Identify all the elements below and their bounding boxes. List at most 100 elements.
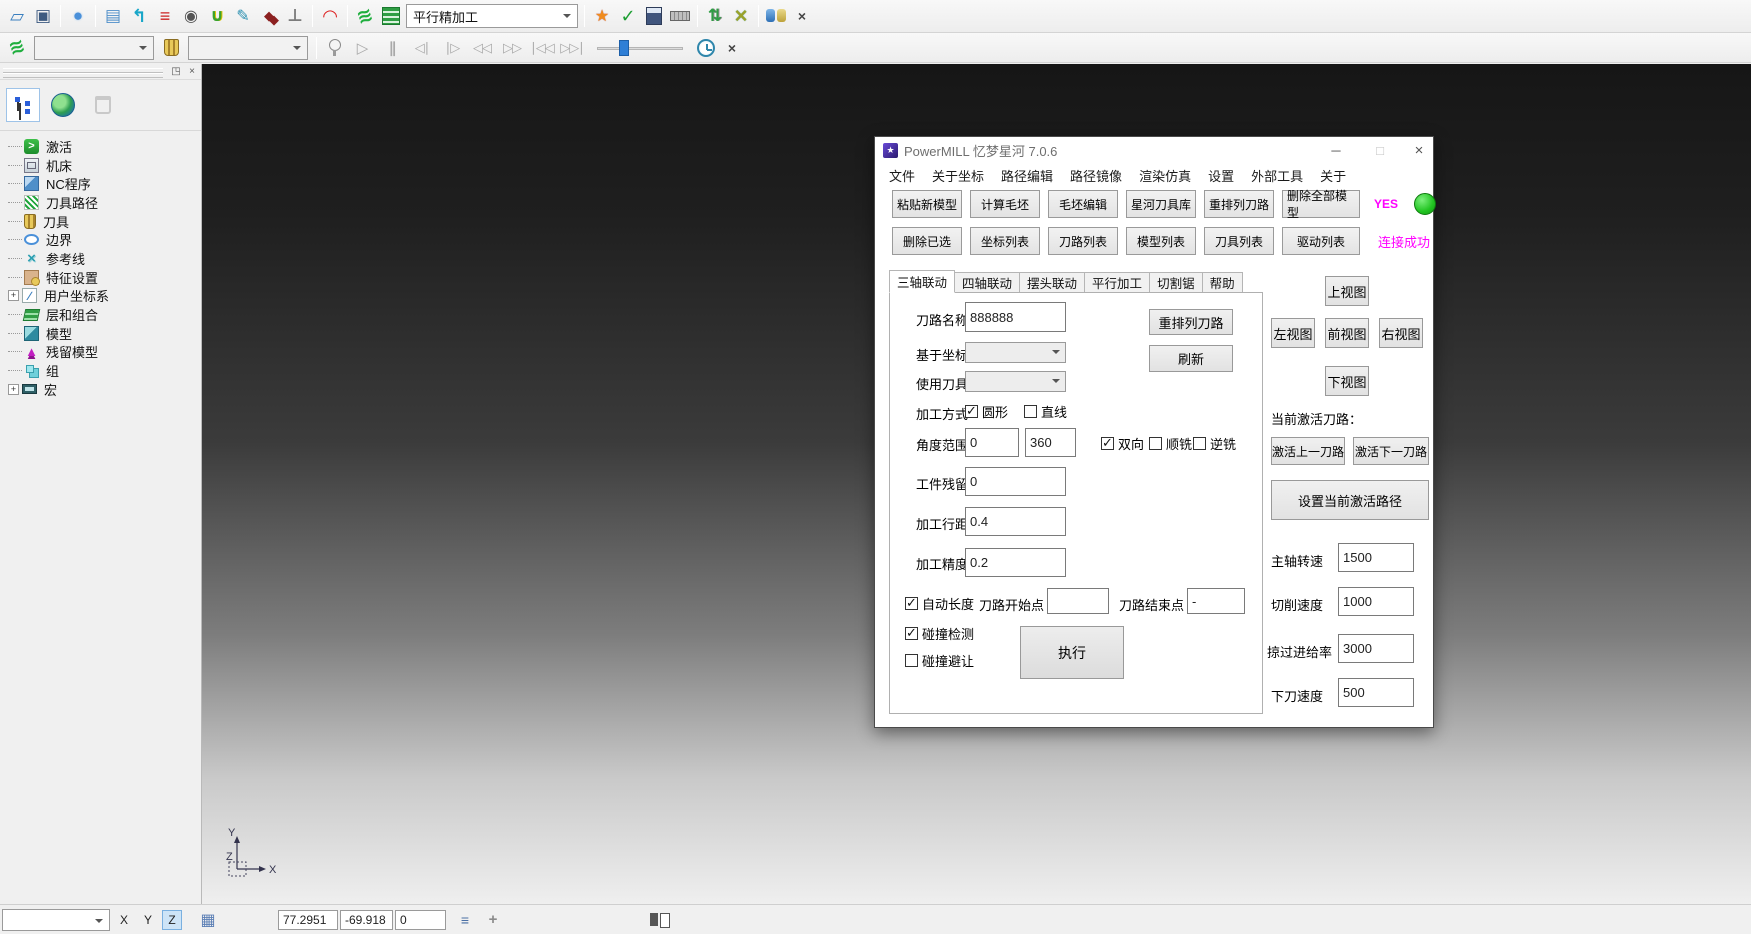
collision-avoid-checkbox[interactable]: 碰撞避让: [905, 651, 974, 670]
menu-path-mirror[interactable]: 路径镜像: [1070, 166, 1122, 185]
paste-new-model-button[interactable]: 粘贴新模型: [892, 190, 962, 218]
transform-icon[interactable]: [728, 3, 754, 29]
step-back-icon[interactable]: [407, 35, 437, 61]
spindle-speed-input[interactable]: 1500: [1338, 543, 1414, 572]
menu-render-sim[interactable]: 渲染仿真: [1139, 166, 1191, 185]
bidirectional-checkbox[interactable]: 双向: [1101, 434, 1144, 453]
pages-icon[interactable]: [650, 913, 668, 927]
maximize-icon[interactable]: [1364, 137, 1396, 163]
tree-item-macros[interactable]: +宏: [8, 380, 201, 399]
tree-item-models[interactable]: 模型: [8, 324, 201, 343]
close-toolbar-icon[interactable]: [789, 3, 815, 29]
conventional-checkbox[interactable]: 逆铣: [1193, 434, 1236, 453]
menu-settings[interactable]: 设置: [1208, 166, 1234, 185]
model-list-button[interactable]: 模型列表: [1126, 227, 1196, 255]
coordinate-z-field[interactable]: 0: [395, 910, 446, 930]
coord-list-button[interactable]: 坐标列表: [970, 227, 1040, 255]
panel-close-icon[interactable]: ×: [185, 65, 199, 78]
menu-path-edit[interactable]: 路径编辑: [1001, 166, 1053, 185]
globe-tab[interactable]: [46, 88, 80, 122]
trash-tab[interactable]: [86, 88, 120, 122]
coordinate-x-field[interactable]: 77.2951: [278, 910, 338, 930]
menu-coords[interactable]: 关于坐标: [932, 166, 984, 185]
menu-file[interactable]: 文件: [889, 166, 915, 185]
verify-icon[interactable]: [615, 3, 641, 29]
stock-input[interactable]: 0: [965, 467, 1066, 496]
rearrange-button[interactable]: 重排列刀路: [1149, 309, 1233, 335]
dialog-titlebar[interactable]: PowerMILL 忆梦星河 7.0.6: [875, 137, 1433, 163]
slider-handle[interactable]: [619, 40, 629, 56]
set-active-path-button[interactable]: 设置当前激活路径: [1271, 480, 1429, 520]
pause-icon[interactable]: [377, 35, 407, 61]
tool-ball-icon[interactable]: [178, 3, 204, 29]
lamp-icon[interactable]: [321, 35, 347, 61]
sim-toolpath-combo[interactable]: [34, 36, 154, 60]
tree-item-toolpaths[interactable]: 刀具路径: [8, 193, 201, 212]
to-end-icon[interactable]: [557, 35, 587, 61]
start-point-icon[interactable]: [152, 3, 178, 29]
status-combo[interactable]: [2, 909, 110, 931]
end-point-input[interactable]: -: [1187, 588, 1245, 614]
tab-help[interactable]: 帮助: [1203, 272, 1243, 293]
axis-y-button[interactable]: Y: [138, 910, 158, 930]
axis-z-button[interactable]: Z: [162, 910, 182, 930]
speed-slider[interactable]: [597, 39, 683, 57]
panel-float-icon[interactable]: ◳: [169, 65, 183, 78]
to-start-icon[interactable]: [527, 35, 557, 61]
tab-saw[interactable]: 切割锯: [1150, 272, 1203, 293]
rewind-icon[interactable]: [467, 35, 497, 61]
save-icon[interactable]: [30, 3, 56, 29]
tool-list-button[interactable]: 刀具列表: [1204, 227, 1274, 255]
view-front-button[interactable]: 前视图: [1325, 318, 1369, 348]
calculator-icon[interactable]: [641, 3, 667, 29]
toolpath-list-button[interactable]: 刀路列表: [1048, 227, 1118, 255]
collision-icon[interactable]: [589, 3, 615, 29]
powermill-icon[interactable]: [352, 3, 378, 29]
grid-icon[interactable]: [196, 909, 220, 931]
expand-icon[interactable]: +: [8, 384, 19, 395]
delete-selected-button[interactable]: 删除已选: [892, 227, 962, 255]
fast-forward-icon[interactable]: [497, 35, 527, 61]
toolpath-list-icon[interactable]: [378, 3, 404, 29]
tolerance-input[interactable]: 0.2: [965, 548, 1066, 577]
activate-next-button[interactable]: 激活下一刀路: [1353, 437, 1429, 465]
plunge-feed-input[interactable]: 500: [1338, 678, 1414, 707]
line-checkbox[interactable]: 直线: [1024, 402, 1067, 421]
tool-holder-icon[interactable]: [282, 3, 308, 29]
drive-list-button[interactable]: 驱动列表: [1282, 227, 1360, 255]
auto-length-checkbox[interactable]: 自动长度: [905, 594, 974, 613]
play-icon[interactable]: [347, 35, 377, 61]
tab-3axis[interactable]: 三轴联动: [889, 270, 955, 293]
panel-grip[interactable]: ◳ ×: [0, 64, 201, 80]
tab-4axis[interactable]: 四轴联动: [955, 272, 1020, 293]
open-file-icon[interactable]: [4, 3, 30, 29]
menu-external-tools[interactable]: 外部工具: [1251, 166, 1303, 185]
calc-block-button[interactable]: 计算毛坯: [970, 190, 1040, 218]
tool-change-icon[interactable]: [702, 3, 728, 29]
tree-item-stock-models[interactable]: 残留模型: [8, 343, 201, 362]
angle-from-input[interactable]: 0: [965, 428, 1019, 457]
ruler-icon[interactable]: [667, 3, 693, 29]
thickness-icon[interactable]: [317, 3, 343, 29]
coord-combo[interactable]: [965, 342, 1066, 363]
minimize-icon[interactable]: [1320, 137, 1352, 163]
tree-item-feature-sets[interactable]: 特征设置: [8, 268, 201, 287]
view-right-button[interactable]: 右视图: [1379, 318, 1423, 348]
delete-all-models-button[interactable]: 删除全部模型: [1282, 190, 1360, 218]
stepover-input[interactable]: 0.4: [965, 507, 1066, 536]
tree-item-levels-and-sets[interactable]: 层和组合: [8, 305, 201, 324]
clock-icon[interactable]: [693, 35, 719, 61]
close-icon[interactable]: [1403, 137, 1435, 163]
tree-item-workplanes[interactable]: +用户坐标系: [8, 287, 201, 306]
status-snap-icon[interactable]: [484, 911, 502, 928]
rearrange-toolpaths-button[interactable]: 重排列刀路: [1204, 190, 1274, 218]
axis-x-button[interactable]: X: [114, 910, 134, 930]
tool-library-button[interactable]: 星河刀具库: [1126, 190, 1196, 218]
activate-prev-button[interactable]: 激活上一刀路: [1271, 437, 1345, 465]
angle-to-input[interactable]: 360: [1025, 428, 1076, 457]
climb-checkbox[interactable]: 顺铣: [1149, 434, 1192, 453]
toolpath-name-input[interactable]: 888888: [965, 302, 1066, 332]
strategy-combo[interactable]: 平行精加工: [406, 4, 578, 28]
collision-check-checkbox[interactable]: 碰撞检测: [905, 624, 974, 643]
sphere-icon[interactable]: [65, 3, 91, 29]
